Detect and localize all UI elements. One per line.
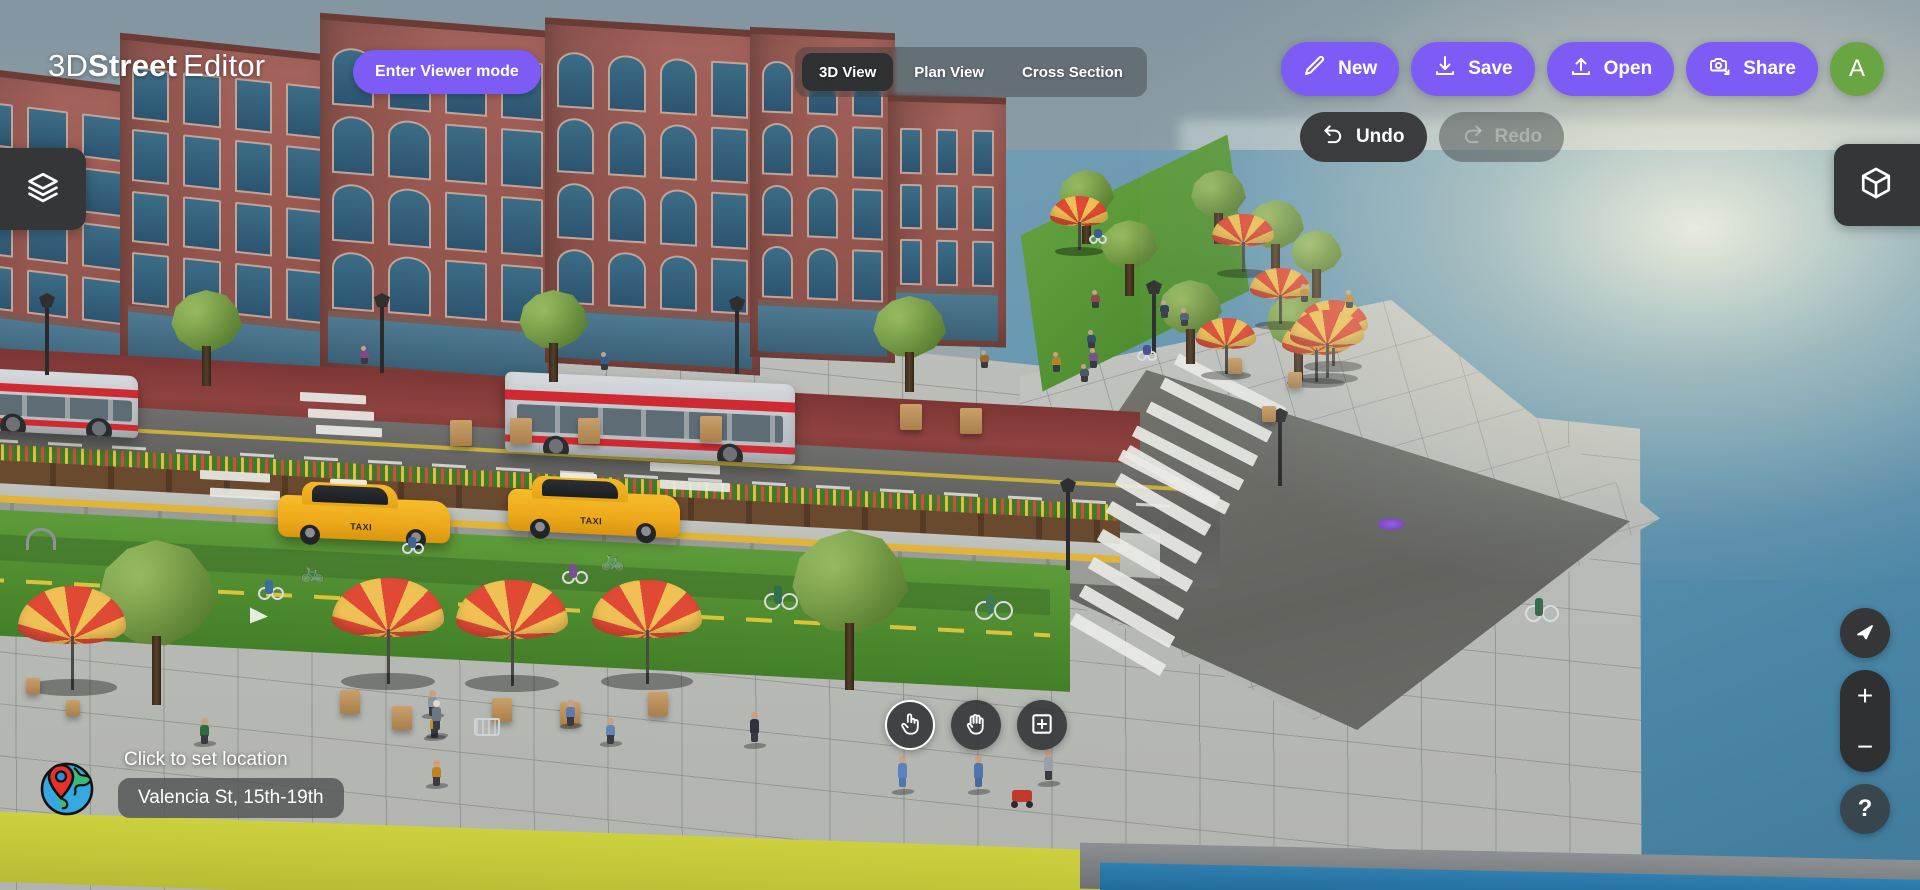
user-avatar[interactable]: A <box>1830 42 1884 96</box>
new-button-label: New <box>1338 58 1378 79</box>
share-button-label: Share <box>1743 58 1796 79</box>
location-street-pill[interactable]: Valencia St, 15th-19th <box>118 777 344 818</box>
layers-panel-toggle[interactable] <box>0 148 86 230</box>
ui-overlay: 3DStreet Editor Enter Viewer mode 3D View… <box>0 0 1920 890</box>
globe-pin-icon[interactable] <box>34 748 104 818</box>
zoom-out-button[interactable]: − <box>1840 721 1890 772</box>
tab-plan-view[interactable]: Plan View <box>897 53 1001 91</box>
new-button[interactable]: New <box>1281 42 1400 96</box>
open-hand-icon <box>963 711 989 740</box>
plus-box-icon <box>1029 711 1055 740</box>
zoom-in-button[interactable]: + <box>1840 670 1890 721</box>
layers-icon <box>26 170 60 209</box>
select-tool-button[interactable] <box>885 700 935 750</box>
redo-icon <box>1461 123 1484 152</box>
redo-label: Redo <box>1494 126 1543 147</box>
top-actions-bar: New Save Open Share A <box>1281 42 1884 96</box>
history-controls: Undo Redo <box>1299 112 1564 162</box>
tool-dock <box>885 700 1067 750</box>
viewport-nav-controls: + − ? <box>1840 608 1890 834</box>
location-text-column: Click to set location Valencia St, 15th-… <box>118 749 344 818</box>
open-button-label: Open <box>1603 58 1653 79</box>
download-icon <box>1433 54 1457 84</box>
app-logo: 3DStreet Editor <box>48 48 265 84</box>
undo-label: Undo <box>1355 126 1405 147</box>
logo-text-street: Street <box>88 48 178 83</box>
open-button[interactable]: Open <box>1546 42 1675 96</box>
undo-button[interactable]: Undo <box>1299 112 1427 162</box>
compass-button[interactable] <box>1840 608 1890 658</box>
tab-cross-section[interactable]: Cross Section <box>1005 53 1140 91</box>
undo-icon <box>1322 123 1345 152</box>
pan-tool-button[interactable] <box>951 700 1001 750</box>
tab-3d-view[interactable]: 3D View <box>802 53 894 91</box>
app-root: 🚲 🚲 TAXI TAXI 3DStreet Editor Enter View… <box>0 0 1920 890</box>
upload-icon <box>1569 54 1593 84</box>
save-button[interactable]: Save <box>1411 42 1535 96</box>
save-button-label: Save <box>1468 58 1513 79</box>
location-widget: Click to set location Valencia St, 15th-… <box>34 748 344 818</box>
pencil-icon <box>1303 54 1327 84</box>
view-mode-tabs: 3D View Plan View Cross Section <box>795 47 1147 97</box>
share-button[interactable]: Share <box>1686 42 1818 96</box>
compass-icon <box>1853 620 1877 647</box>
logo-text-editor: Editor <box>183 48 266 83</box>
location-hint-label: Click to set location <box>124 748 288 770</box>
help-button[interactable]: ? <box>1840 784 1890 834</box>
pointing-hand-icon <box>897 711 923 740</box>
cube-icon <box>1858 165 1894 206</box>
logo-text-3d: 3D <box>48 48 89 83</box>
redo-button[interactable]: Redo <box>1438 112 1564 162</box>
zoom-controls: + − <box>1840 670 1890 772</box>
add-entity-tool-button[interactable] <box>1017 700 1067 750</box>
scene-objects-panel-toggle[interactable] <box>1834 144 1920 226</box>
enter-viewer-mode-button[interactable]: Enter Viewer mode <box>353 50 541 94</box>
share-camera-icon <box>1708 54 1732 84</box>
